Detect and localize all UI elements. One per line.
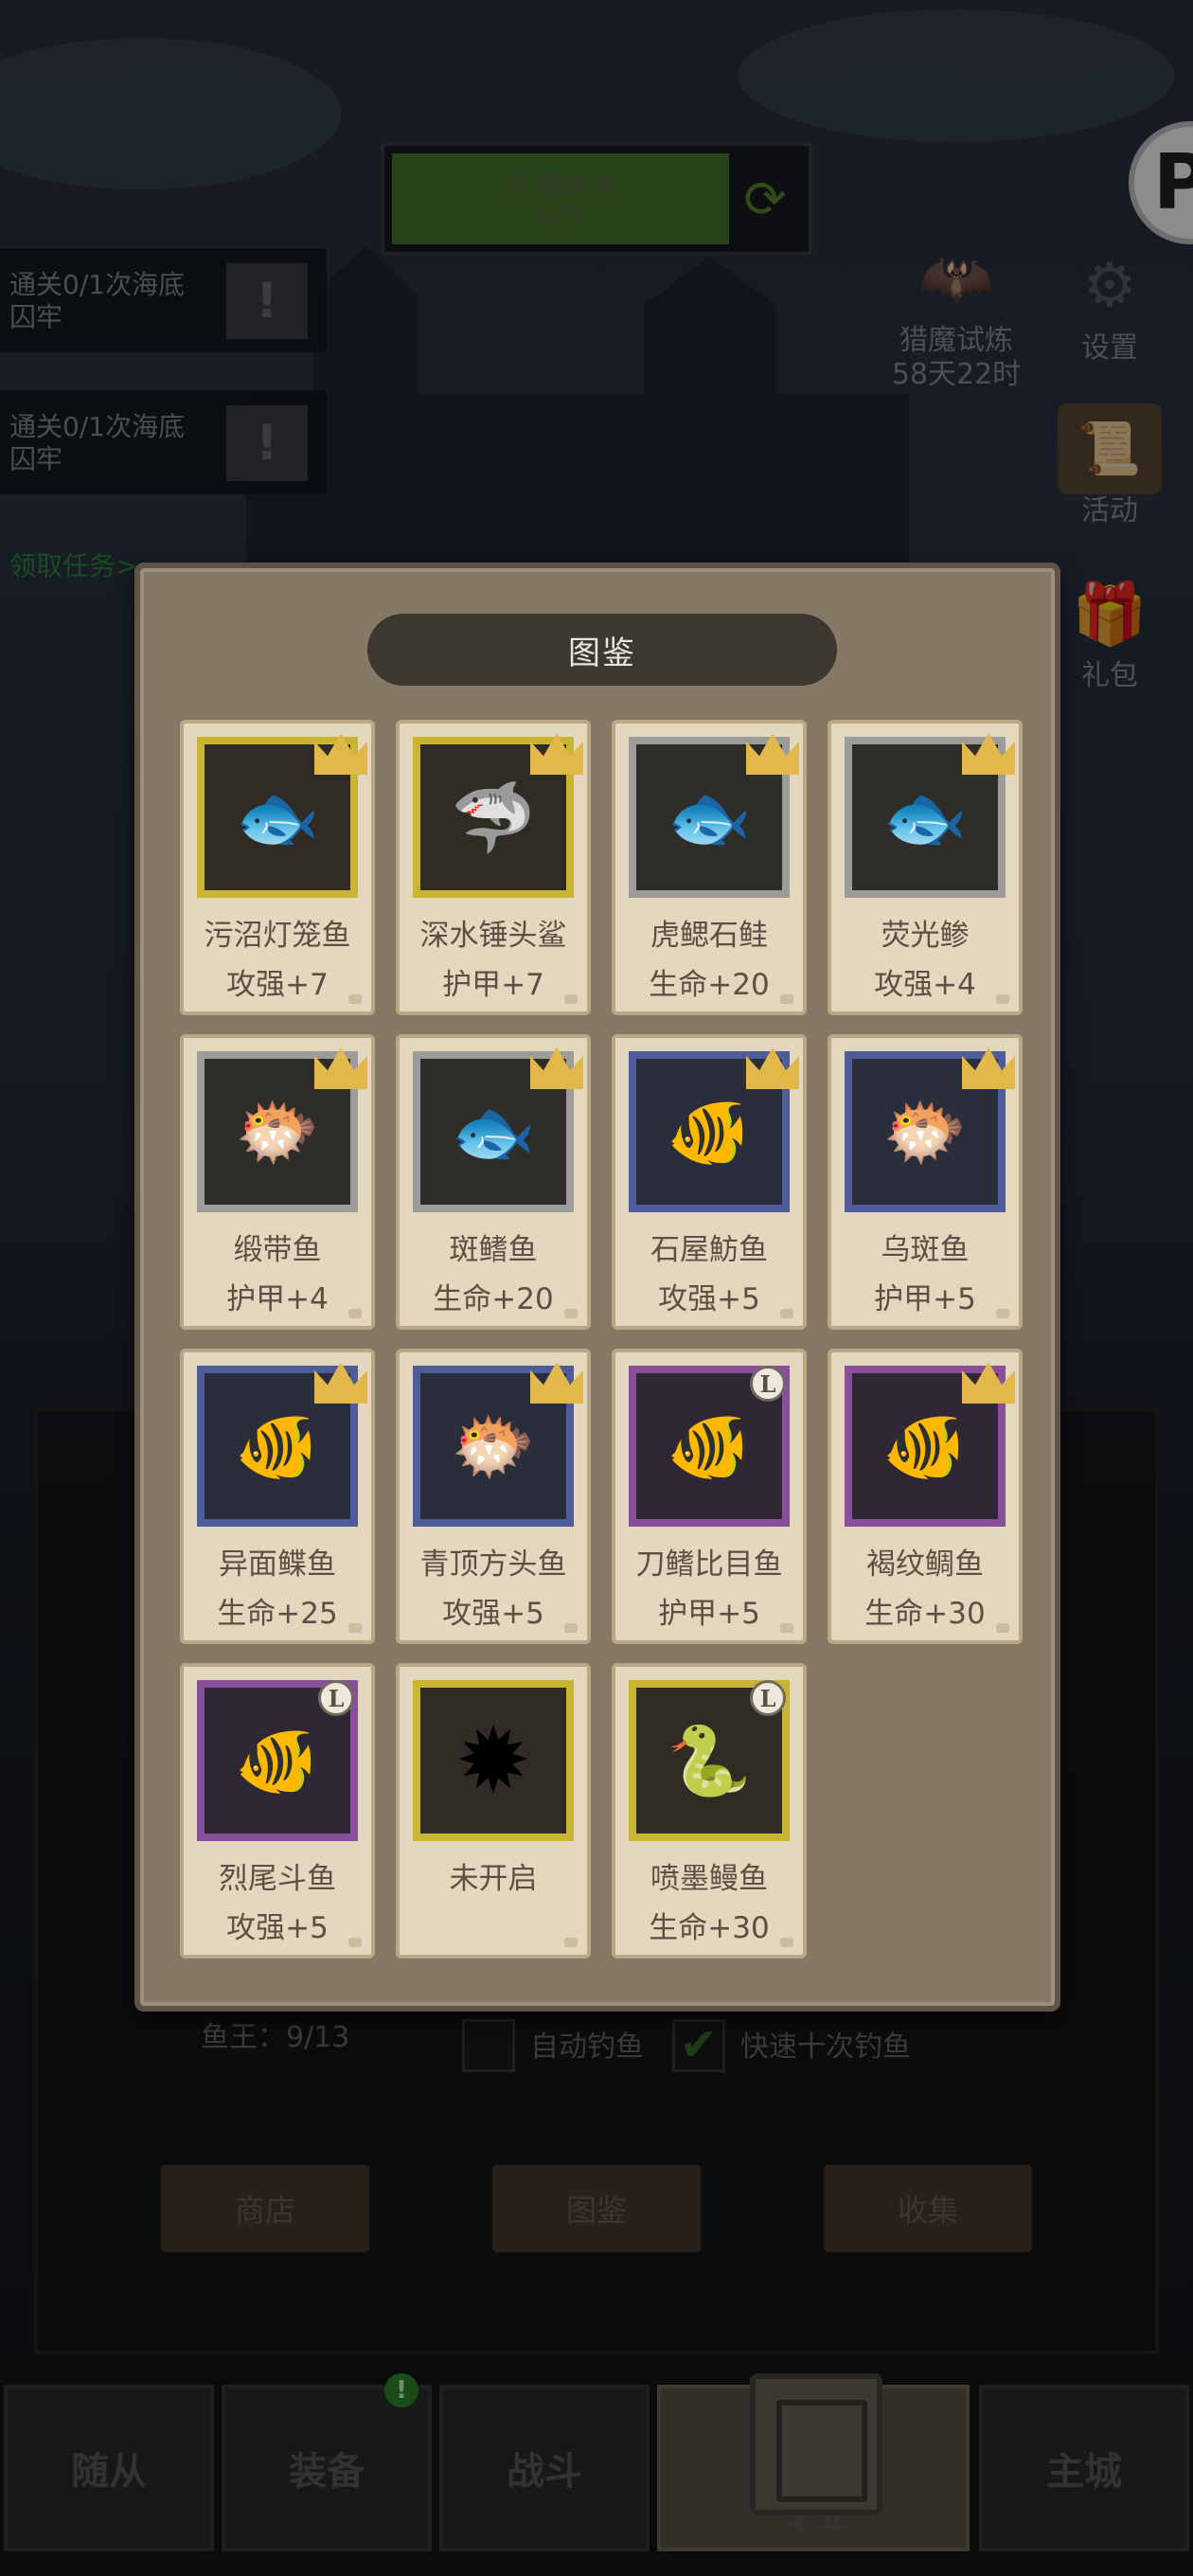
codex-card[interactable]: 🐡 缎带鱼护甲+4 [180,1034,375,1330]
fish-icon: 🐡 [235,1092,320,1172]
codex-card[interactable]: ✹ 未开启 [396,1663,591,1959]
card-corner [564,994,578,1004]
fish-name: 深水锤头鲨 [419,919,567,953]
codex-card[interactable]: 🐠 异面鲽鱼生命+25 [180,1349,375,1644]
fish-name: 缎带鱼 [233,1233,322,1267]
fish-bonus: 攻强+5 [226,1911,329,1945]
card-corner [996,1309,1009,1318]
fish-name: 荧光鲹 [881,919,970,953]
fish-name: 喷墨鳗鱼 [650,1862,768,1896]
fish-icon: 🦈 [451,778,536,857]
codex-card[interactable]: 🐡 青顶方头鱼攻强+5 [396,1349,591,1644]
fish-icon: 🐟 [235,778,320,857]
fish-icon: 🐡 [451,1406,536,1486]
fish-icon: 🐟 [882,778,968,857]
fish-bonus: 攻强+7 [226,968,329,1002]
locked-icon: ✹ [454,1708,532,1814]
fish-icon: 🐠 [235,1406,320,1486]
fish-icon: 🐟 [451,1092,536,1172]
legendary-badge-icon: L [750,1366,786,1402]
fish-bonus: 护甲+4 [226,1282,329,1316]
fish-name: 虎鳃石鲑 [650,919,768,953]
legendary-badge-icon: L [318,1680,354,1716]
fish-bonus: 护甲+5 [658,1597,760,1631]
codex-card[interactable]: 🐡 乌斑鱼护甲+5 [828,1034,1023,1330]
fish-bonus: 护甲+5 [874,1282,976,1316]
fish-name: 刀鳍比目鱼 [635,1547,783,1582]
codex-card[interactable]: 🐠 L 刀鳍比目鱼护甲+5 [612,1349,807,1644]
fish-bonus: 生命+20 [433,1282,554,1316]
fish-icon: 🐠 [667,1406,752,1486]
fish-name: 烈尾斗鱼 [219,1862,336,1896]
fish-name: 异面鲽鱼 [219,1547,336,1582]
codex-panel: 图鉴 🐟 污沼灯笼鱼攻强+7 🦈 深水锤头鲨护甲+7 🐟 虎鳃石鲑生命+20 🐟 荧光鲹攻强+… [134,563,1060,2012]
card-corner [780,1309,793,1318]
codex-card[interactable]: 🐟 虎鳃石鲑生命+20 [612,720,807,1015]
codex-card[interactable]: 🐟 污沼灯笼鱼攻强+7 [180,720,375,1015]
codex-card[interactable]: 🐟 荧光鲹攻强+4 [828,720,1023,1015]
card-corner [996,1623,1009,1633]
codex-title: 图鉴 [367,614,837,686]
card-corner [996,994,1009,1004]
card-corner [348,1623,362,1633]
codex-card[interactable]: 🐟 斑鳍鱼生命+20 [396,1034,591,1330]
card-corner [780,994,793,1004]
fish-bonus: 生命+30 [649,1911,770,1945]
fish-name: 未开启 [449,1862,538,1896]
fish-icon: 🐍 [667,1721,752,1800]
fish-bonus: 生命+30 [864,1597,986,1631]
fish-bonus: 生命+20 [649,968,770,1002]
legendary-badge-icon: L [750,1680,786,1716]
codex-card[interactable]: 🐠 石屋魴鱼攻强+5 [612,1034,807,1330]
fish-bonus: 攻强+4 [874,968,976,1002]
fish-icon: 🐠 [882,1406,968,1486]
card-corner [564,1938,578,1947]
card-corner [780,1623,793,1633]
fish-frame: ✹ [413,1680,574,1841]
fish-name: 石屋魴鱼 [650,1233,768,1267]
fish-name: 褐纹鲷鱼 [866,1547,984,1582]
fish-icon: 🐟 [667,778,752,857]
fish-bonus: 生命+25 [217,1597,338,1631]
card-corner [564,1309,578,1318]
fish-name: 乌斑鱼 [881,1233,970,1267]
fish-bonus: 护甲+7 [442,968,544,1002]
codex-card[interactable]: 🐠 L 烈尾斗鱼攻强+5 [180,1663,375,1959]
fish-icon: 🐠 [667,1092,752,1172]
card-corner [564,1623,578,1633]
fish-name: 斑鳍鱼 [449,1233,538,1267]
fish-name: 青顶方头鱼 [419,1547,567,1582]
fish-icon: 🐡 [882,1092,968,1172]
fish-bonus: 攻强+5 [658,1282,760,1316]
card-corner [348,994,362,1004]
codex-card[interactable]: 🐍 L 喷墨鳗鱼生命+30 [612,1663,807,1959]
fish-name: 污沼灯笼鱼 [204,919,351,953]
codex-card[interactable]: 🦈 深水锤头鲨护甲+7 [396,720,591,1015]
fish-bonus: 攻强+5 [442,1597,544,1631]
codex-card[interactable]: 🐠 褐纹鲷鱼生命+30 [828,1349,1023,1644]
card-corner [780,1938,793,1947]
card-corner [348,1938,362,1947]
fish-icon: 🐠 [235,1721,320,1800]
card-corner [348,1309,362,1318]
